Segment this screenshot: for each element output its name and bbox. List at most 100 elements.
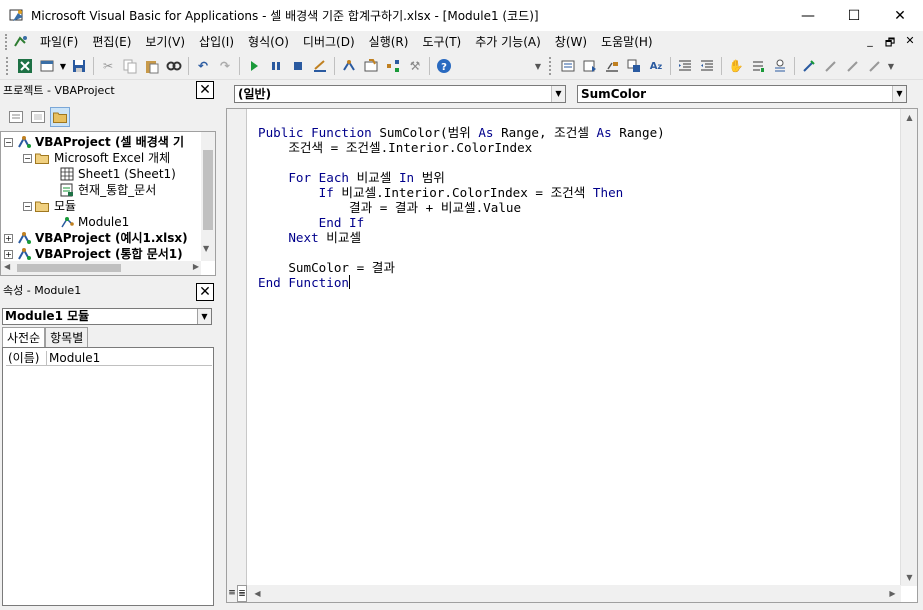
minimize-button[interactable]: — <box>785 0 831 31</box>
properties-object-select[interactable]: Module1 모듈 ▼ <box>2 308 212 325</box>
previous-bookmark-icon[interactable] <box>842 55 864 77</box>
menu-view[interactable]: 보기(V) <box>138 32 192 52</box>
toggle-bookmark-icon[interactable] <box>798 55 820 77</box>
procedure-view-icon[interactable]: ≡ <box>227 585 237 602</box>
code-hscroll[interactable]: ◀ ▶ <box>247 585 901 602</box>
tab-alphabetic[interactable]: 사전순 <box>2 327 46 347</box>
mdi-restore-button[interactable]: 🗗 <box>883 34 897 53</box>
code-line[interactable]: For Each 비교셀 In 범위 <box>258 170 665 185</box>
menu-file[interactable]: 파일(F) <box>33 32 85 52</box>
code-margin-indicator-bar[interactable] <box>227 109 247 602</box>
dropdown-arrow-icon[interactable]: ▼ <box>58 55 68 77</box>
object-combo[interactable]: (일반) ▼ <box>234 85 566 103</box>
expand-icon[interactable]: + <box>4 233 13 243</box>
code-vscroll[interactable]: ▲ ▼ <box>900 109 917 586</box>
cut-icon[interactable]: ✂ <box>97 55 119 77</box>
chevron-down-icon[interactable]: ▼ <box>197 309 211 324</box>
menu-edit[interactable]: 편집(E) <box>85 32 138 52</box>
code-line[interactable]: 결과 = 결과 + 비교셀.Value <box>258 200 665 215</box>
code-editor[interactable]: Public Function SumColor(범위 As Range, 조건… <box>226 108 918 603</box>
list-properties-icon[interactable] <box>557 55 579 77</box>
code-line[interactable]: Public Function SumColor(범위 As Range, 조건… <box>258 125 665 140</box>
code-line[interactable]: End Function <box>258 275 665 290</box>
vba-menu-icon[interactable] <box>13 34 29 50</box>
find-icon[interactable] <box>163 55 185 77</box>
code-text[interactable]: Public Function SumColor(범위 As Range, 조건… <box>258 125 665 290</box>
menu-addins[interactable]: 추가 기능(A) <box>468 32 548 52</box>
uncomment-block-icon[interactable] <box>769 55 791 77</box>
help-icon[interactable]: ? <box>433 55 455 77</box>
scroll-left-icon[interactable]: ◀ <box>249 585 266 602</box>
code-line[interactable] <box>258 155 665 170</box>
property-row-name[interactable]: (이름) Module1 <box>6 351 212 366</box>
view-object-icon[interactable] <box>28 107 48 127</box>
maximize-button[interactable]: ☐ <box>831 0 877 31</box>
insert-module-icon[interactable] <box>36 55 58 77</box>
toolbar-overflow-icon[interactable]: ▼ <box>533 55 543 77</box>
next-bookmark-icon[interactable] <box>820 55 842 77</box>
tree-item-excel-objects[interactable]: − Microsoft Excel 개체 <box>23 150 170 166</box>
project-tree-hscroll[interactable]: ◀ ▶ <box>1 261 201 275</box>
redo-icon[interactable]: ↷ <box>214 55 236 77</box>
chevron-down-icon[interactable]: ▼ <box>892 86 906 102</box>
menu-window[interactable]: 창(W) <box>548 32 594 52</box>
tree-item-sheet1[interactable]: Sheet1 (Sheet1) <box>59 166 176 182</box>
menu-insert[interactable]: 삽입(I) <box>192 32 241 52</box>
scroll-right-icon[interactable]: ▶ <box>884 585 901 602</box>
tree-item-modules[interactable]: − 모듈 <box>23 198 76 214</box>
menu-format[interactable]: 형식(O) <box>241 32 296 52</box>
comment-block-icon[interactable] <box>747 55 769 77</box>
tree-item-vbaproject-book1[interactable]: + VBAProject (통합 문서1) <box>4 246 183 262</box>
copy-icon[interactable] <box>119 55 141 77</box>
code-line[interactable]: If 비교셀.Interior.ColorIndex = 조건색 Then <box>258 185 665 200</box>
properties-window-icon[interactable] <box>360 55 382 77</box>
code-line[interactable]: End If <box>258 215 665 230</box>
undo-icon[interactable]: ↶ <box>192 55 214 77</box>
clear-bookmarks-icon[interactable] <box>864 55 886 77</box>
collapse-icon[interactable]: − <box>23 201 32 211</box>
close-window-button[interactable]: ✕ <box>877 0 923 31</box>
project-explorer-icon[interactable] <box>338 55 360 77</box>
expand-icon[interactable]: + <box>4 249 13 259</box>
project-tree-vscroll-thumb[interactable] <box>203 150 213 230</box>
chevron-down-icon[interactable]: ▼ <box>551 86 565 102</box>
run-icon[interactable] <box>243 55 265 77</box>
outdent-icon[interactable] <box>696 55 718 77</box>
indent-icon[interactable] <box>674 55 696 77</box>
scroll-down-icon[interactable]: ▼ <box>901 569 918 586</box>
paste-icon[interactable] <box>141 55 163 77</box>
properties-pane-close-button[interactable]: ✕ <box>196 283 214 301</box>
tree-item-vbaproject-current[interactable]: − VBAProject (셀 배경색 기 <box>4 134 184 150</box>
complete-word-icon[interactable]: Az <box>645 55 667 77</box>
project-pane-close-button[interactable]: ✕ <box>196 81 214 99</box>
view-code-icon[interactable] <box>6 107 26 127</box>
menu-help[interactable]: 도움말(H) <box>594 32 660 52</box>
toggle-folders-icon[interactable] <box>50 107 70 127</box>
excel-view-icon[interactable] <box>14 55 36 77</box>
object-browser-icon[interactable] <box>382 55 404 77</box>
menubar-grip[interactable] <box>5 34 9 50</box>
code-line[interactable]: Next 비교셀 <box>258 230 665 245</box>
scroll-right-icon[interactable]: ▶ <box>193 262 199 271</box>
collapse-icon[interactable]: − <box>23 153 32 163</box>
property-value[interactable]: Module1 <box>47 351 100 365</box>
menu-debug[interactable]: 디버그(D) <box>296 32 362 52</box>
project-tree-hscroll-thumb[interactable] <box>17 264 121 272</box>
tab-categorized[interactable]: 항목별 <box>45 327 89 347</box>
scroll-up-icon[interactable]: ▲ <box>901 109 918 126</box>
toggle-breakpoint-icon[interactable]: ✋ <box>725 55 747 77</box>
mdi-close-button[interactable]: ✕ <box>903 34 917 53</box>
list-constants-icon[interactable] <box>579 55 601 77</box>
full-module-view-icon[interactable]: ≣ <box>237 585 247 602</box>
tree-item-module1[interactable]: Module1 <box>59 214 129 230</box>
quick-info-icon[interactable] <box>601 55 623 77</box>
project-tree-vscroll[interactable]: ▼ <box>201 132 215 261</box>
reset-icon[interactable] <box>287 55 309 77</box>
menu-tools[interactable]: 도구(T) <box>415 32 468 52</box>
edit-toolbar-grip[interactable] <box>549 57 553 75</box>
code-line[interactable]: 조건색 = 조건셀.Interior.ColorIndex <box>258 140 665 155</box>
edit-toolbar-overflow-icon[interactable]: ▼ <box>886 55 896 77</box>
mdi-minimize-button[interactable]: _ <box>863 34 877 53</box>
scroll-down-icon[interactable]: ▼ <box>203 244 209 253</box>
tree-item-thisworkbook[interactable]: 현재_통합_문서 <box>59 182 156 198</box>
